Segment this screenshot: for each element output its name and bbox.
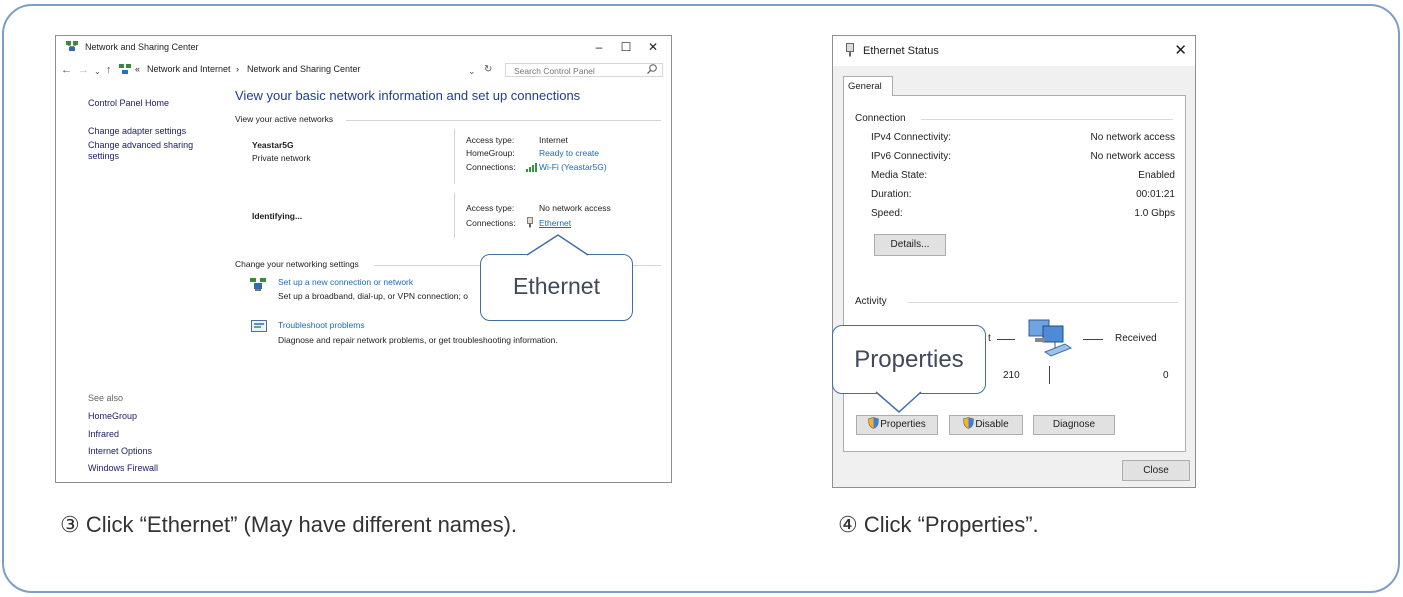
maximize-icon[interactable]: ☐ [613, 39, 639, 55]
forward-arrow-icon[interactable]: → [78, 63, 89, 77]
callout-pointer [875, 391, 922, 414]
ipv4-value: No network access [1090, 132, 1175, 143]
window-title: Ethernet Status [863, 45, 939, 57]
active-networks-label: View your active networks [235, 114, 334, 124]
access-type-label: Access type: [466, 203, 515, 213]
divider [346, 120, 661, 121]
divider [454, 129, 455, 184]
access-type-value: No network access [539, 203, 611, 213]
ethernet-plug-icon [846, 43, 854, 57]
ethernet-status-window: Ethernet Status ✕ General Connection IPv… [832, 35, 1196, 488]
close-icon[interactable]: ✕ [1174, 41, 1187, 59]
search-icon[interactable] [646, 63, 658, 75]
details-button[interactable]: Details... [874, 234, 946, 256]
duration-label: Duration: [871, 189, 912, 200]
close-button[interactable]: Close [1122, 460, 1190, 481]
address-bar: ← → ⌄ ↑ « Network and Internet › Network… [56, 61, 671, 79]
received-label: Received [1115, 333, 1157, 344]
shield-icon [963, 417, 975, 429]
divider [997, 339, 1015, 340]
speed-value: 1.0 Gbps [1134, 208, 1175, 219]
duration-value: 00:01:21 [1136, 189, 1175, 200]
properties-button-label: Properties [880, 419, 926, 430]
back-arrow-icon[interactable]: ← [61, 63, 72, 77]
ipv6-value: No network access [1090, 151, 1175, 162]
step-3-caption: ③ Click “Ethernet” (May have different n… [60, 512, 518, 537]
sidebar-item-windows-firewall[interactable]: Windows Firewall [88, 463, 158, 473]
window-title: Network and Sharing Center [85, 42, 199, 52]
close-icon[interactable]: ✕ [640, 39, 666, 55]
properties-button[interactable]: Properties [856, 415, 938, 435]
sent-label-fragment: t [988, 333, 991, 344]
network-icon [119, 64, 131, 74]
divider [454, 193, 455, 238]
setup-description: Set up a broadband, dial-up, or VPN conn… [278, 291, 468, 301]
troubleshoot-link[interactable]: Troubleshoot problems [278, 320, 365, 330]
tab-general[interactable]: General [843, 76, 893, 96]
sidebar-item-control-panel-home[interactable]: Control Panel Home [88, 98, 169, 108]
title-bar: Ethernet Status ✕ [833, 36, 1195, 66]
sidebar-item-advanced-sharing[interactable]: Change advanced sharing [88, 140, 193, 150]
computer-network-icon [1028, 319, 1073, 357]
ethernet-connection-link[interactable]: Ethernet [539, 218, 571, 228]
up-arrow-icon[interactable]: ↑ [106, 63, 112, 77]
new-connection-icon [250, 278, 266, 291]
change-settings-label: Change your networking settings [235, 259, 359, 269]
access-type-value: Internet [539, 135, 568, 145]
troubleshoot-icon [251, 320, 267, 332]
setup-connection-link[interactable]: Set up a new connection or network [278, 277, 413, 287]
disable-button[interactable]: Disable [949, 415, 1023, 435]
network-name: Identifying... [252, 211, 303, 221]
media-state-label: Media State: [871, 170, 928, 181]
wifi-signal-icon [526, 163, 537, 172]
sidebar-item-infrared[interactable]: Infrared [88, 429, 119, 439]
ethernet-plug-icon [527, 217, 533, 228]
media-state-value: Enabled [1138, 170, 1175, 181]
breadcrumb-separator: › [236, 64, 239, 74]
speed-label: Speed: [871, 208, 903, 219]
disable-button-label: Disable [975, 419, 1009, 430]
step-4-caption: ④ Click “Properties”. [838, 512, 1039, 537]
divider [921, 119, 1173, 120]
network-type: Private network [252, 153, 311, 163]
breadcrumb-network-internet[interactable]: Network and Internet [147, 64, 231, 74]
homegroup-link[interactable]: Ready to create [539, 148, 599, 158]
sent-value: 210 [1003, 370, 1020, 381]
breadcrumb-network-sharing[interactable]: Network and Sharing Center [247, 64, 361, 74]
network-name: Yeastar5G [252, 140, 294, 150]
connection-group-label: Connection [855, 113, 906, 124]
title-bar: Network and Sharing Center – ☐ ✕ [56, 36, 671, 58]
divider [1049, 366, 1050, 384]
minimize-icon[interactable]: – [586, 39, 612, 55]
sidebar-item-adapter-settings[interactable]: Change adapter settings [88, 126, 186, 136]
properties-callout: Properties [832, 325, 986, 394]
ipv6-label: IPv6 Connectivity: [871, 151, 952, 162]
connections-label: Connections: [466, 218, 516, 228]
sidebar-item-advanced-sharing-cont[interactable]: settings [88, 151, 119, 161]
divider [1083, 339, 1103, 340]
callout-pointer [526, 234, 589, 256]
activity-group-label: Activity [855, 296, 887, 307]
refresh-icon[interactable]: ↻ [484, 63, 492, 77]
received-value: 0 [1163, 370, 1169, 381]
homegroup-label: HomeGroup: [466, 148, 515, 158]
divider [908, 302, 1178, 303]
sidebar-item-internet-options[interactable]: Internet Options [88, 446, 152, 456]
recent-chevron-icon[interactable]: ⌄ [94, 65, 101, 79]
sidebar-item-homegroup[interactable]: HomeGroup [88, 411, 137, 421]
ethernet-callout: Ethernet [480, 254, 633, 321]
connections-label: Connections: [466, 162, 516, 172]
search-input[interactable] [505, 63, 663, 77]
shield-icon [868, 417, 880, 429]
wifi-connection-link[interactable]: Wi-Fi (Yeastar5G) [539, 162, 607, 172]
access-type-label: Access type: [466, 135, 515, 145]
ipv4-label: IPv4 Connectivity: [871, 132, 952, 143]
chevron-down-icon[interactable]: ⌄ [468, 64, 476, 78]
see-also-label: See also [88, 393, 124, 403]
breadcrumb-overflow[interactable]: « [135, 64, 140, 74]
network-icon [66, 41, 78, 51]
page-title: View your basic network information and … [235, 88, 581, 103]
troubleshoot-description: Diagnose and repair network problems, or… [278, 335, 558, 345]
diagnose-button[interactable]: Diagnose [1033, 415, 1115, 435]
